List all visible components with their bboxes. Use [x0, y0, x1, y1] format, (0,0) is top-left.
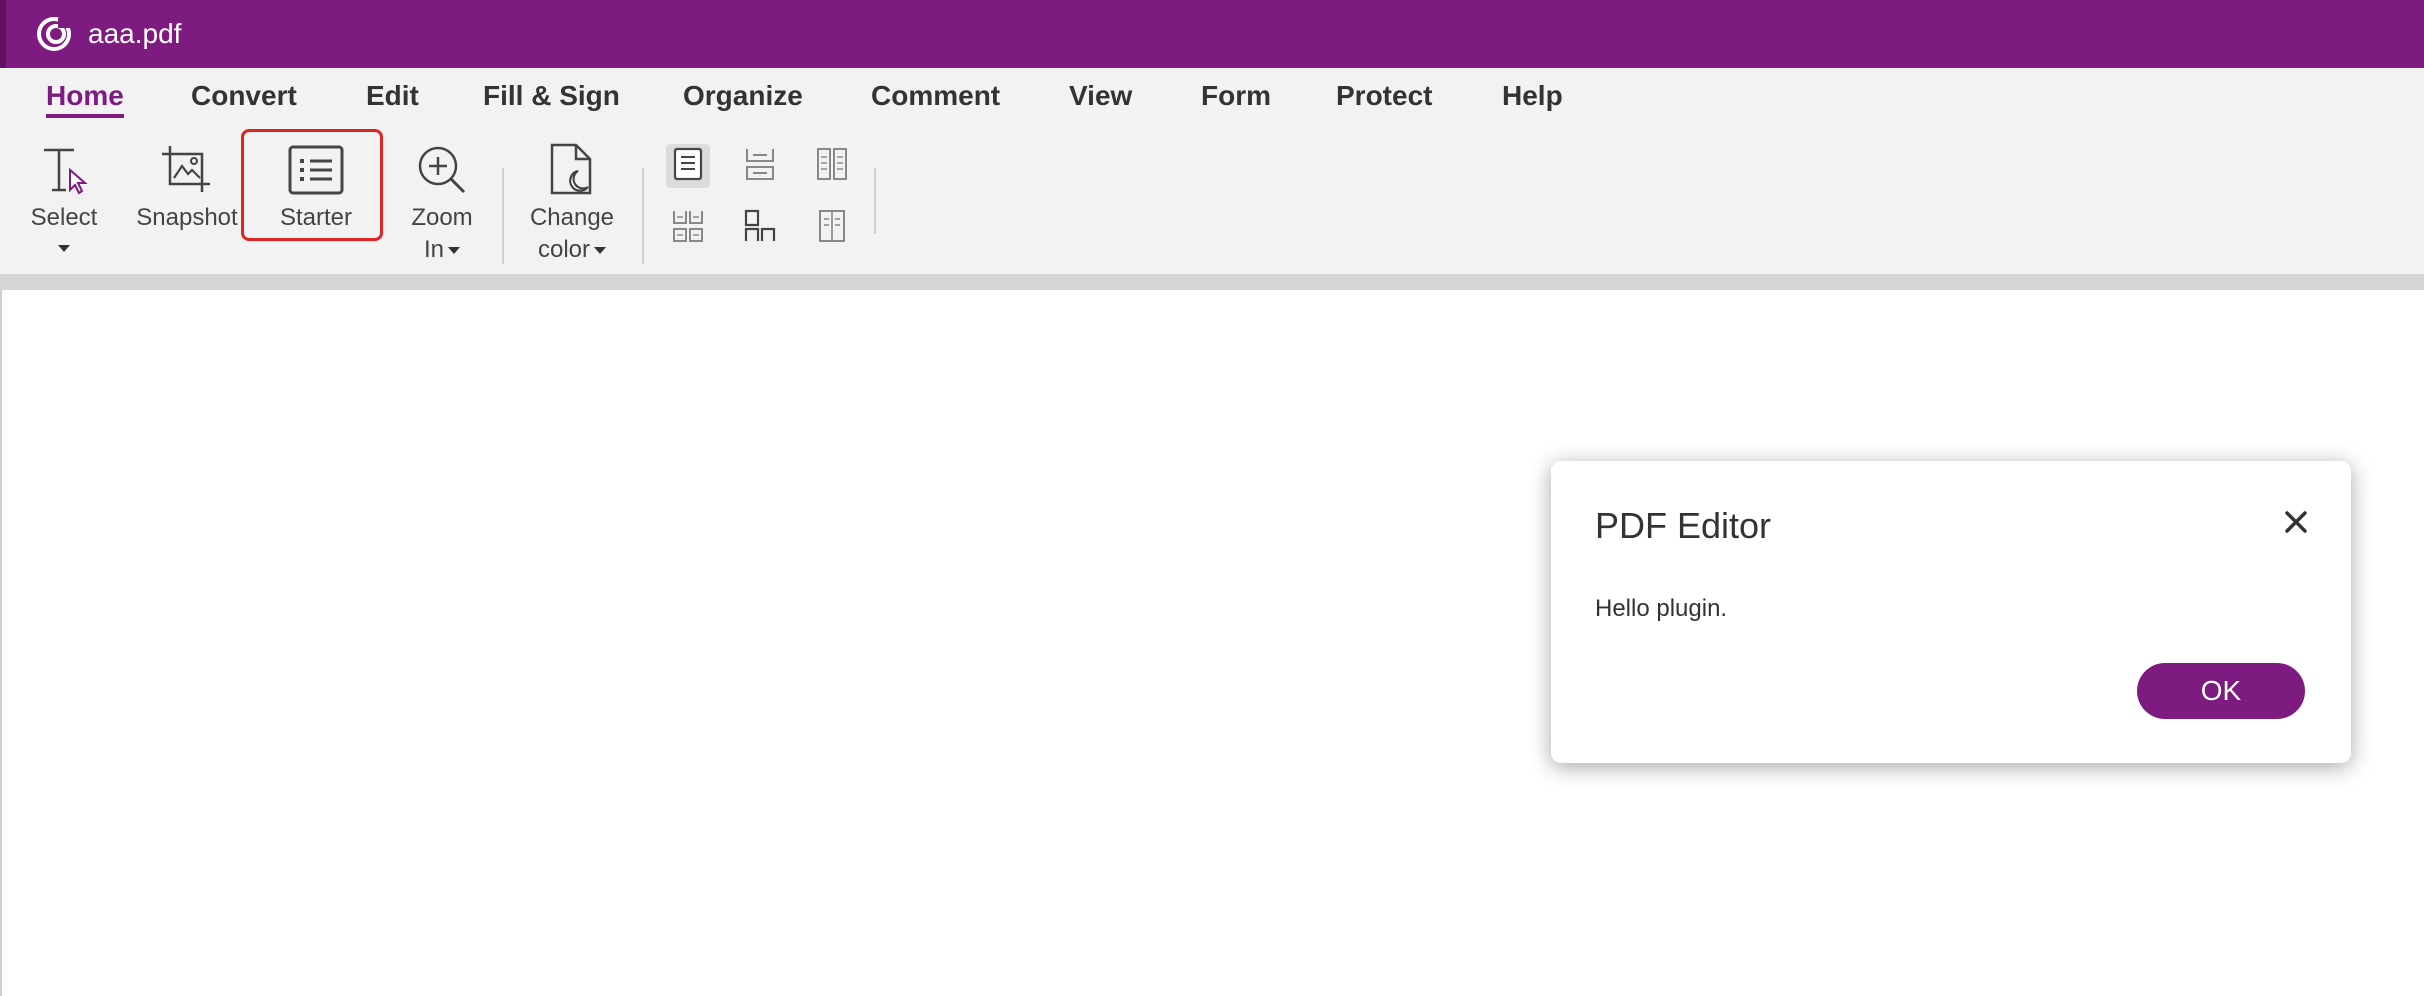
tab-edit[interactable]: Edit [366, 80, 419, 112]
zoom-in-label-line1: Zoom [411, 204, 473, 231]
tab-fill-sign[interactable]: Fill & Sign [483, 80, 620, 112]
text-select-icon [36, 142, 92, 198]
cover-page-layout-button[interactable] [738, 206, 782, 250]
starter-highlight-box [241, 129, 383, 241]
continuous-layout-button[interactable] [738, 144, 782, 188]
tab-form[interactable]: Form [1201, 80, 1271, 112]
ok-button[interactable]: OK [2137, 663, 2305, 719]
snapshot-tool-label: Snapshot [136, 204, 238, 231]
select-tool-button[interactable]: Select [20, 142, 108, 258]
close-icon[interactable] [2281, 507, 2311, 537]
separate-cover-layout-button[interactable] [810, 206, 854, 250]
zoom-in-button[interactable]: Zoom In [398, 142, 486, 266]
toolbar-divider [642, 168, 644, 264]
page-color-icon [544, 142, 600, 198]
select-tool-label: Select [30, 204, 98, 231]
document-top-strip [0, 274, 2424, 290]
facing-page-icon [816, 147, 848, 186]
continuous-facing-layout-button[interactable] [666, 206, 710, 250]
change-color-label-line2: color [538, 234, 607, 266]
ribbon-tabs: Home Convert Edit Fill & Sign Organize C… [0, 68, 2424, 128]
continuous-page-icon [745, 147, 775, 186]
tab-help[interactable]: Help [1502, 80, 1563, 112]
facing-layout-button[interactable] [810, 144, 854, 188]
dialog-message: Hello plugin. [1595, 595, 1728, 622]
tab-protect[interactable]: Protect [1336, 80, 1432, 112]
single-page-icon [673, 147, 703, 186]
window-title: aaa.pdf [88, 18, 182, 49]
snapshot-icon [159, 142, 215, 198]
tab-home[interactable]: Home [46, 80, 124, 118]
cover-page-icon [744, 209, 776, 248]
tab-convert[interactable]: Convert [191, 80, 297, 112]
continuous-facing-icon [672, 209, 704, 248]
chevron-down-icon [594, 247, 607, 255]
single-page-layout-button[interactable] [666, 144, 710, 188]
chevron-down-icon [58, 240, 70, 258]
separate-cover-icon [816, 209, 848, 248]
zoom-in-icon [414, 142, 470, 198]
foxit-logo-icon [34, 14, 74, 54]
plugin-message-dialog: PDF Editor Hello plugin. OK [1551, 461, 2351, 763]
tab-view[interactable]: View [1069, 80, 1132, 112]
snapshot-tool-button[interactable]: Snapshot [132, 142, 242, 234]
toolbar-divider [502, 168, 504, 264]
change-color-button[interactable]: Change color [516, 142, 628, 266]
toolbar-divider [874, 168, 876, 234]
tab-organize[interactable]: Organize [683, 80, 803, 112]
tab-comment[interactable]: Comment [871, 80, 1000, 112]
title-bar: aaa.pdf [0, 0, 2424, 68]
chevron-down-icon [448, 247, 460, 255]
change-color-label-line1: Change [529, 204, 615, 231]
zoom-in-label-line2: In [424, 234, 460, 266]
dialog-title: PDF Editor [1595, 505, 1772, 546]
